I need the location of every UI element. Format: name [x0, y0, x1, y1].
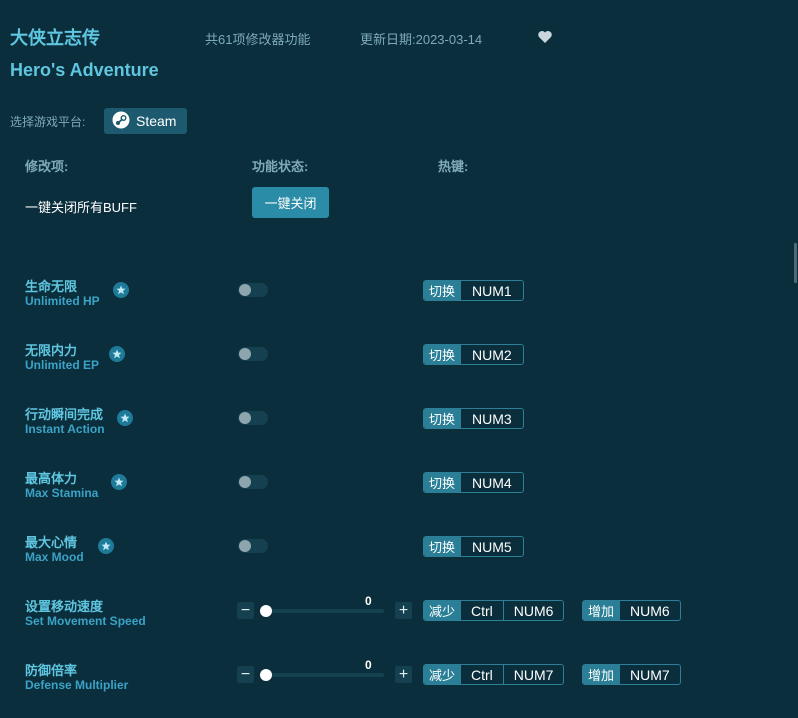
steam-label: Steam — [136, 113, 177, 129]
increase-button[interactable]: + — [395, 602, 412, 619]
hotkey-modifier: Ctrl — [460, 665, 503, 684]
update-date: 更新日期:2023-03-14 — [360, 32, 483, 47]
hotkey-key: NUM1 — [460, 281, 523, 300]
close-all-buff-label: 一键关闭所有BUFF — [25, 200, 137, 215]
increase-button[interactable]: + — [395, 666, 412, 683]
hotkey-action: 切换 — [424, 281, 461, 300]
cheat-toggle[interactable] — [238, 411, 268, 425]
cheat-toggle[interactable] — [238, 283, 268, 297]
cheat-label-cn: 行动瞬间完成 — [25, 407, 104, 422]
slider-label-cn: 防御倍率 — [25, 663, 78, 678]
hotkey-action: 减少 — [424, 601, 461, 620]
app-title-cn: 大侠立志传 — [10, 28, 100, 48]
cheat-label-en: Unlimited EP — [25, 358, 100, 372]
hotkey-group[interactable]: 切换 NUM3 — [423, 408, 524, 429]
cheat-label-en: Max Mood — [25, 550, 84, 564]
hotkey-group[interactable]: 切换 NUM4 — [423, 472, 524, 493]
hotkey-key: NUM7 — [502, 665, 564, 684]
close-all-buff-button[interactable]: 一键关闭 — [252, 187, 329, 218]
cheat-toggle[interactable] — [238, 475, 268, 489]
slider-label-en: Defense Multiplier — [25, 678, 129, 692]
hotkey-action: 切换 — [424, 345, 461, 364]
hotkey-action: 增加 — [583, 601, 620, 620]
hotkey-action: 减少 — [424, 665, 461, 684]
slider-handle[interactable] — [260, 605, 272, 617]
star-icon — [117, 410, 133, 426]
scrollbar[interactable] — [794, 243, 797, 283]
heart-icon[interactable] — [537, 29, 553, 45]
slider-track[interactable] — [266, 609, 384, 613]
cheat-label-en: Instant Action — [25, 422, 105, 436]
increase-hotkey-group[interactable]: 增加 NUM7 — [582, 664, 681, 685]
cheat-toggle[interactable] — [238, 539, 268, 553]
decrease-hotkey-group[interactable]: 减少 Ctrl NUM7 — [423, 664, 565, 685]
hotkey-action: 切换 — [424, 409, 461, 428]
star-icon — [98, 538, 114, 554]
hotkey-group[interactable]: 切换 NUM2 — [423, 344, 524, 365]
star-icon — [109, 346, 125, 362]
decrease-hotkey-group[interactable]: 减少 Ctrl NUM6 — [423, 600, 565, 621]
hotkey-action: 增加 — [583, 665, 620, 684]
slider-label-cn: 设置移动速度 — [25, 599, 104, 614]
decrease-button[interactable]: − — [237, 602, 254, 619]
feature-count: 共61项修改器功能 — [205, 32, 311, 47]
app-title-en: Hero's Adventure — [10, 60, 159, 80]
hotkey-key: NUM4 — [460, 473, 523, 492]
cheat-label-cn: 最高体力 — [25, 471, 78, 486]
increase-hotkey-group[interactable]: 增加 NUM6 — [582, 600, 681, 621]
hotkey-key: NUM2 — [460, 345, 523, 364]
column-item: 修改项: — [25, 159, 69, 174]
column-status: 功能状态: — [252, 159, 309, 174]
column-hotkey: 热键: — [438, 159, 469, 174]
hotkey-key: NUM5 — [460, 537, 523, 556]
cheat-label-en: Unlimited HP — [25, 294, 100, 308]
hotkey-group[interactable]: 切换 NUM1 — [423, 280, 524, 301]
hotkey-action: 切换 — [424, 537, 461, 556]
hotkey-key: NUM6 — [502, 601, 564, 620]
cheat-label-cn: 无限内力 — [25, 343, 78, 358]
cheat-label-cn: 最大心情 — [25, 535, 78, 550]
slider-handle[interactable] — [260, 669, 272, 681]
cheat-toggle[interactable] — [238, 347, 268, 361]
star-icon — [111, 474, 127, 490]
slider-value: 0 — [365, 658, 372, 672]
platform-label: 选择游戏平台: — [10, 115, 86, 129]
decrease-button[interactable]: − — [237, 666, 254, 683]
star-icon — [113, 282, 129, 298]
hotkey-group[interactable]: 切换 NUM5 — [423, 536, 524, 557]
hotkey-key: NUM7 — [619, 665, 680, 684]
hotkey-modifier: Ctrl — [460, 601, 503, 620]
cheat-label-cn: 生命无限 — [25, 279, 78, 294]
slider-label-en: Set Movement Speed — [25, 614, 146, 628]
cheat-label-en: Max Stamina — [25, 486, 99, 500]
hotkey-key: NUM3 — [460, 409, 523, 428]
steam-platform-button[interactable]: Steam — [104, 108, 187, 134]
slider-track[interactable] — [266, 673, 384, 677]
slider-value: 0 — [365, 594, 372, 608]
hotkey-key: NUM6 — [619, 601, 680, 620]
steam-icon — [112, 111, 130, 132]
hotkey-action: 切换 — [424, 473, 461, 492]
